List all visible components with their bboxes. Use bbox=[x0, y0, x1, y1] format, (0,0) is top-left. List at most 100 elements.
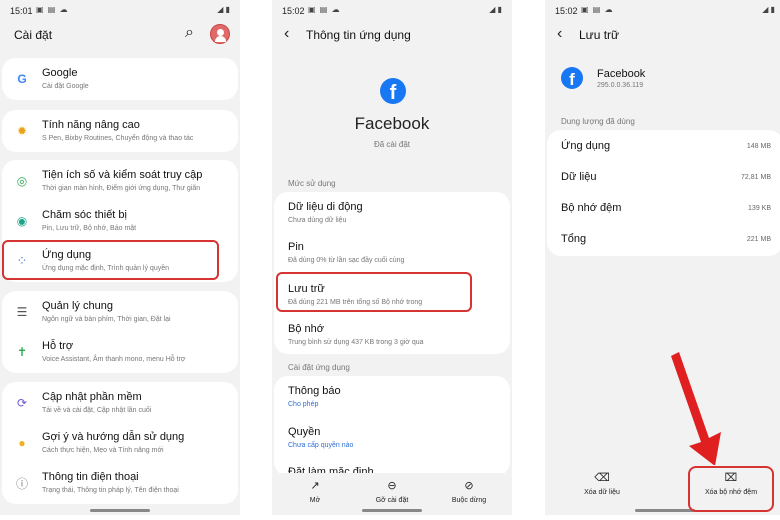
settings-item-title: Thông tin điện thoại bbox=[42, 471, 139, 483]
highlight-storage bbox=[276, 272, 472, 312]
storage-label: Ứng dụng bbox=[561, 140, 611, 152]
settings-item-title: Chăm sóc thiết bị bbox=[42, 209, 127, 221]
card-advanced: ✹ Tính năng nâng cao S Pen, Bixby Routin… bbox=[2, 110, 238, 152]
update-icon: ⟳ bbox=[16, 396, 28, 410]
facebook-logo: f bbox=[380, 78, 406, 104]
settings-item-title: Cập nhật phần mềm bbox=[42, 391, 142, 403]
status-time: 15:02 bbox=[282, 6, 305, 16]
row-title: Bộ nhớ bbox=[288, 323, 324, 335]
signal-battery-icons: ◢ ▮ bbox=[217, 5, 230, 14]
row-memory[interactable]: Bộ nhớ Trung bình sử dụng 437 KB trong 3… bbox=[274, 315, 510, 355]
settings-item-subtitle: Cài đặt Google bbox=[42, 83, 89, 90]
row-title: Pin bbox=[288, 241, 304, 253]
row-title: Dữ liệu di động bbox=[288, 201, 363, 213]
sliders-icon: ☰ bbox=[16, 305, 28, 319]
card-about-group: ⟳ Cập nhật phần mềm Tải về và cài đặt, C… bbox=[2, 382, 238, 504]
row-subtitle: Cho phép bbox=[288, 401, 319, 408]
row-mobile-data[interactable]: Dữ liệu di động Chưa dùng dữ liệu bbox=[274, 193, 510, 233]
install-status: Đã cài đặt bbox=[373, 140, 411, 149]
notification-icons: ▣ ▤ ☁ bbox=[36, 5, 69, 14]
action-label: Buộc dừng bbox=[451, 497, 487, 504]
highlight-apps bbox=[2, 240, 219, 280]
app-name: Facebook bbox=[597, 68, 646, 80]
settings-item-title: Tiện ích số và kiểm soát truy cập bbox=[42, 169, 203, 181]
settings-item-advanced-features[interactable]: ✹ Tính năng nâng cao S Pen, Bixby Routin… bbox=[2, 111, 238, 151]
card-app-settings: Thông báo Cho phép Quyền Chưa cấp quyền … bbox=[274, 376, 510, 478]
row-permissions[interactable]: Quyền Chưa cấp quyền nào bbox=[274, 418, 510, 458]
back-icon[interactable]: ‹ bbox=[557, 26, 562, 42]
storage-row-total: Tổng 221 MB bbox=[547, 224, 780, 254]
storage-value: 72,81 MB bbox=[741, 174, 771, 181]
signal-battery-icons: ◢ ▮ bbox=[762, 5, 775, 14]
status-time: 15:01 bbox=[10, 6, 33, 16]
row-subtitle: Chưa cấp quyền nào bbox=[288, 442, 354, 449]
row-notifications[interactable]: Thông báo Cho phép bbox=[274, 377, 510, 417]
force-stop-button[interactable]: ⊘ Buộc dừng bbox=[434, 479, 504, 504]
action-label: Gỡ cài đặt bbox=[375, 497, 409, 504]
settings-item-tips[interactable]: ● Gợi ý và hướng dẫn sử dụng Cách thực h… bbox=[2, 423, 238, 463]
row-battery[interactable]: Pin Đã dùng 0% từ lần sạc đầy cuối cùng bbox=[274, 233, 510, 273]
avatar[interactable] bbox=[210, 24, 230, 44]
settings-item-subtitle: Thời gian màn hình, Điểm giới ứng dụng, … bbox=[42, 185, 201, 192]
section-usage: Mức sử dụng bbox=[288, 179, 336, 188]
back-icon[interactable]: ‹ bbox=[284, 26, 289, 42]
app-version: 295.0.0.36.119 bbox=[597, 82, 644, 89]
lightbulb-icon: ● bbox=[18, 436, 26, 450]
storage-label: Tổng bbox=[561, 233, 587, 245]
notification-icons: ▣ ▤ ☁ bbox=[308, 5, 341, 14]
accessibility-icon: ✝ bbox=[16, 345, 28, 359]
row-subtitle: Đã dùng 0% từ lần sạc đầy cuối cùng bbox=[288, 257, 405, 264]
row-title: Thông báo bbox=[288, 385, 341, 397]
card-general-group: ☰ Quản lý chung Ngôn ngữ và bàn phím, Th… bbox=[2, 291, 238, 373]
storage-value: 148 MB bbox=[746, 143, 771, 150]
settings-item-digital-wellbeing[interactable]: ◎ Tiện ích số và kiểm soát truy cập Thời… bbox=[2, 161, 238, 201]
card-storage-usage: Ứng dụng 148 MB Dữ liệu 72,81 MB Bộ nhớ … bbox=[547, 130, 780, 256]
pointer-arrow-icon bbox=[671, 352, 721, 466]
status-bar: 15:02 ▣ ▤ ☁ ◢ ▮ bbox=[545, 0, 780, 22]
settings-item-about-phone[interactable]: ⓘ Thông tin điện thoại Trạng thái, Thông… bbox=[2, 463, 238, 503]
notification-icons: ▣ ▤ ☁ bbox=[581, 5, 614, 14]
settings-item-subtitle: Pin, Lưu trữ, Bộ nhớ, Bảo mật bbox=[42, 225, 137, 232]
gear-plus-icon: ✹ bbox=[16, 124, 28, 138]
storage-label: Bộ nhớ đệm bbox=[561, 202, 622, 214]
page-title: Cài đặt bbox=[14, 28, 53, 42]
settings-item-subtitle: Ngôn ngữ và bàn phím, Thời gian, Đặt lại bbox=[42, 316, 171, 323]
page-title: Lưu trữ bbox=[579, 28, 620, 42]
storage-row-app: Ứng dụng 148 MB bbox=[547, 131, 780, 161]
status-bar: 15:01 ▣ ▤ ☁ ◢ ▮ bbox=[0, 0, 240, 22]
settings-item-google[interactable]: G Google Cài đặt Google bbox=[2, 59, 238, 99]
row-subtitle: Chưa dùng dữ liệu bbox=[288, 217, 347, 224]
settings-item-title: Hỗ trợ bbox=[42, 340, 74, 352]
app-name: Facebook bbox=[354, 114, 430, 133]
gesture-bar bbox=[90, 509, 150, 512]
settings-item-subtitle: Cách thực hiện, Mẹo và Tính năng mới bbox=[42, 447, 164, 454]
storage-row-data: Dữ liệu 72,81 MB bbox=[547, 162, 780, 192]
storage-label: Dữ liệu bbox=[561, 171, 597, 183]
settings-item-title: Tính năng nâng cao bbox=[42, 119, 140, 131]
storage-screen: 15:02 ▣ ▤ ☁ ◢ ▮ ‹ Lưu trữ f Facebook 295… bbox=[545, 0, 780, 515]
settings-item-accessibility[interactable]: ✝ Hỗ trợ Voice Assistant, Âm thanh mono,… bbox=[2, 332, 238, 372]
search-icon[interactable]: ⌕ bbox=[185, 24, 194, 42]
clear-data-button[interactable]: ⌫ Xóa dữ liệu bbox=[567, 471, 637, 496]
uninstall-button[interactable]: ⊖ Gỡ cài đặt bbox=[357, 479, 427, 504]
app-info-screen: 15:02 ▣ ▤ ☁ ◢ ▮ ‹ Thông tin ứng dụng f F… bbox=[272, 0, 512, 515]
card-google: G Google Cài đặt Google bbox=[2, 58, 238, 100]
settings-item-device-care[interactable]: ◉ Chăm sóc thiết bị Pin, Lưu trữ, Bộ nhớ… bbox=[2, 201, 238, 241]
storage-value: 139 KB bbox=[748, 205, 771, 212]
settings-item-subtitle: S Pen, Bixby Routines, Chuyển động và th… bbox=[42, 135, 194, 142]
section-space-used: Dung lượng đã dùng bbox=[561, 117, 635, 126]
status-bar: 15:02 ▣ ▤ ☁ ◢ ▮ bbox=[272, 0, 512, 22]
info-icon: ⓘ bbox=[15, 476, 28, 491]
status-time: 15:02 bbox=[555, 6, 578, 16]
settings-item-general-management[interactable]: ☰ Quản lý chung Ngôn ngữ và bàn phím, Th… bbox=[2, 292, 238, 332]
section-app-settings: Cài đặt ứng dụng bbox=[288, 363, 350, 372]
open-icon: ↗ bbox=[310, 480, 320, 492]
force-stop-icon: ⊘ bbox=[464, 480, 474, 492]
open-button[interactable]: ↗ Mở bbox=[280, 479, 350, 504]
bottom-action-bar: ↗ Mở ⊖ Gỡ cài đặt ⊘ Buộc dừng bbox=[272, 473, 512, 515]
settings-item-subtitle: Trạng thái, Thông tin pháp lý, Tên điện … bbox=[42, 487, 179, 494]
signal-battery-icons: ◢ ▮ bbox=[489, 5, 502, 14]
settings-item-software-update[interactable]: ⟳ Cập nhật phần mềm Tải về và cài đặt, C… bbox=[2, 383, 238, 423]
google-icon: G bbox=[17, 72, 27, 86]
device-care-icon: ◉ bbox=[16, 214, 28, 228]
